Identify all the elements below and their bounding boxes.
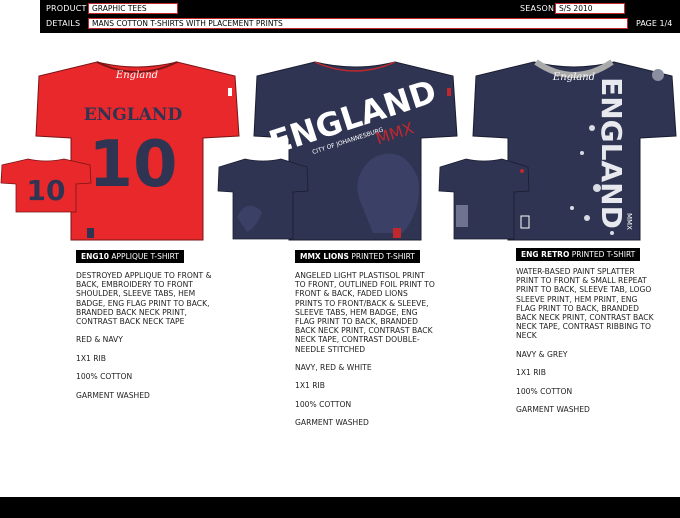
eng10-name: APPLIQUE T-SHIRT bbox=[111, 252, 179, 261]
eng10-description: DESTROYED APPLIQUE TO FRONT & BACK, EMBR… bbox=[76, 271, 212, 327]
mmx-description: ANGELED LIGHT PLASTISOL PRINT TO FRONT, … bbox=[295, 271, 435, 354]
eng-retro-finish: GARMENT WASHED bbox=[516, 404, 590, 414]
eng-retro-back-shirt-illustration bbox=[438, 158, 530, 240]
header-bar: PRODUCT GRAPHIC TEES DETAILS MANS COTTON… bbox=[40, 0, 680, 33]
season-label: SEASON bbox=[520, 4, 555, 13]
eng-retro-fabric: 100% COTTON bbox=[516, 386, 573, 396]
mmx-colors: NAVY, RED & WHITE bbox=[295, 363, 372, 373]
mmx-fabric: 100% COTTON bbox=[295, 399, 352, 409]
eng-retro-description: WATER-BASED PAINT SPLATTER PRINT TO FRON… bbox=[516, 267, 654, 341]
eng-retro-spec-block: WATER-BASED PAINT SPLATTER PRINT TO FRON… bbox=[516, 267, 656, 423]
product-value: GRAPHIC TEES bbox=[88, 3, 178, 14]
eng10-colors: RED & NAVY bbox=[76, 335, 123, 345]
mmx-sleeve-tab bbox=[447, 88, 451, 96]
eng-retro-sleeve-logo bbox=[652, 69, 664, 81]
eng10-style-tag: ENG10 APPLIQUE T-SHIRT bbox=[76, 250, 184, 263]
eng10-rib: 1X1 RIB bbox=[76, 353, 107, 363]
eng-retro-year: MMX bbox=[625, 213, 633, 230]
eng-retro-script-logo: England bbox=[552, 72, 595, 83]
eng10-fabric: 100% COTTON bbox=[76, 372, 133, 382]
details-value: MANS COTTON T-SHIRTS WITH PLACEMENT PRIN… bbox=[88, 18, 628, 29]
mmx-name: PRINTED T-SHIRT bbox=[351, 252, 415, 261]
eng-retro-style-tag: ENG RETRO PRINTED T-SHIRT bbox=[516, 248, 641, 261]
eng10-back-number: 10 bbox=[27, 174, 66, 207]
eng10-sleeve-tab bbox=[228, 88, 232, 96]
eng10-number: 10 bbox=[88, 128, 177, 202]
mmx-finish: GARMENT WASHED bbox=[295, 418, 369, 428]
mmx-hem-badge bbox=[393, 228, 401, 238]
mmx-spec-block: ANGELED LIGHT PLASTISOL PRINT TO FRONT, … bbox=[295, 271, 435, 437]
eng10-front-shirt-illustration: England ENGLAND 10 bbox=[35, 61, 240, 241]
mmx-style-tag: MMX LIONS PRINTED T-SHIRT bbox=[295, 250, 420, 263]
footer-bar bbox=[0, 497, 680, 518]
eng-retro-rib: 1X1 RIB bbox=[516, 368, 547, 378]
eng-retro-word: ENGLAND bbox=[595, 77, 628, 229]
eng-retro-name: PRINTED T-SHIRT bbox=[571, 250, 636, 259]
eng10-hem-badge bbox=[87, 228, 94, 238]
season-value: S/S 2010 bbox=[555, 3, 625, 14]
product-label: PRODUCT bbox=[46, 4, 87, 13]
eng-retro-colors: NAVY & GREY bbox=[516, 349, 568, 359]
eng10-spec-block: DESTROYED APPLIQUE TO FRONT & BACK, EMBR… bbox=[76, 271, 224, 409]
eng10-back-shirt-illustration: 10 bbox=[0, 158, 92, 213]
page-number: PAGE 1/4 bbox=[636, 19, 673, 28]
eng-retro-code: ENG RETRO bbox=[521, 250, 570, 259]
eng10-code: ENG10 bbox=[81, 252, 109, 261]
mmx-lions-back-shirt-illustration bbox=[217, 158, 309, 240]
eng10-word: ENGLAND bbox=[84, 105, 183, 125]
eng10-script-logo: England bbox=[115, 70, 158, 81]
details-label: DETAILS bbox=[46, 19, 81, 28]
mmx-rib: 1X1 RIB bbox=[295, 381, 326, 391]
mmx-code: MMX LIONS bbox=[300, 252, 349, 261]
eng10-finish: GARMENT WASHED bbox=[76, 390, 150, 400]
